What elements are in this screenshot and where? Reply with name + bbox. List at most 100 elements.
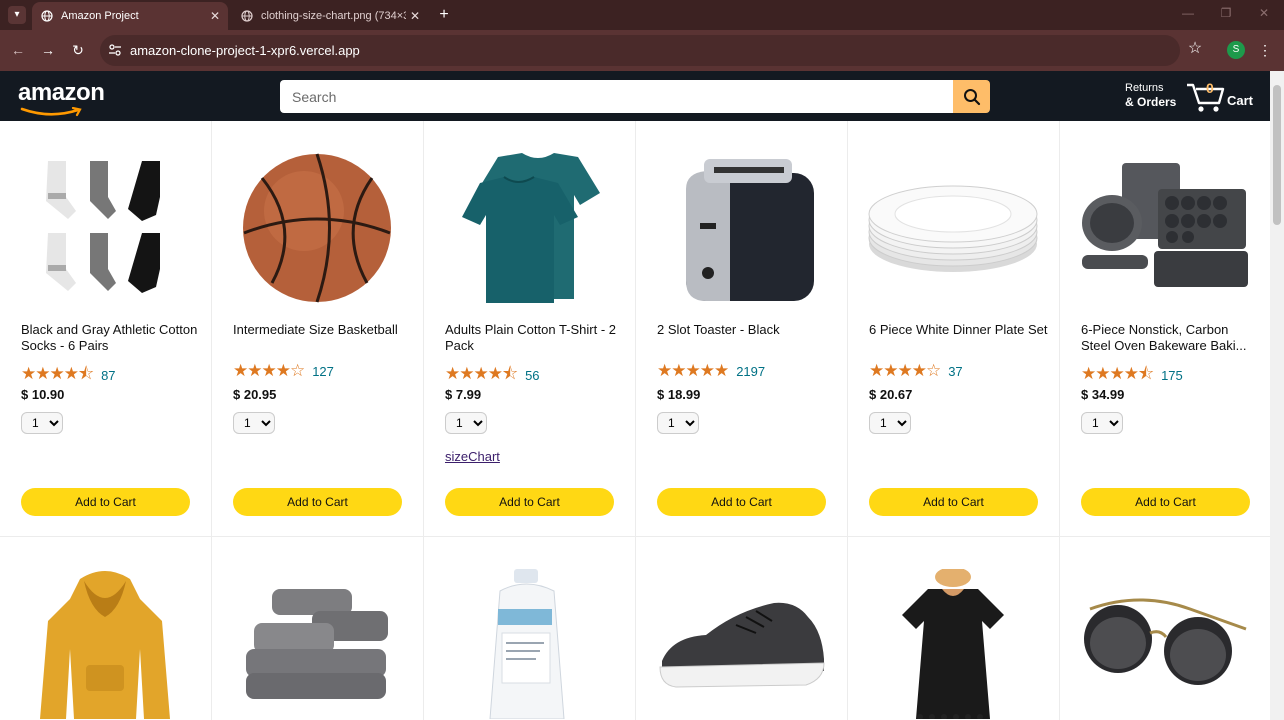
rating-count[interactable]: 37 — [948, 364, 962, 379]
product-price: $ 20.95 — [233, 387, 277, 402]
product-card — [0, 537, 212, 720]
window-close-icon[interactable]: ✕ — [1254, 6, 1274, 20]
amazon-logo[interactable]: amazon — [18, 79, 105, 117]
search-button[interactable] — [953, 80, 990, 113]
add-to-cart-button[interactable]: Add to Cart — [657, 488, 826, 516]
close-icon[interactable]: ✕ — [206, 9, 224, 23]
restore-icon[interactable]: ❐ — [1216, 6, 1236, 20]
rating-stars: ★★★★⯪ — [21, 364, 94, 383]
size-chart-link[interactable]: sizeChart — [445, 449, 500, 464]
product-card: Adults Plain Cotton T-Shirt - 2 Pack ★★★… — [424, 121, 636, 537]
rating-count[interactable]: 2197 — [736, 364, 765, 379]
product-card — [424, 537, 636, 720]
product-name[interactable]: 6 Piece White Dinner Plate Set — [869, 322, 1049, 354]
quantity-select[interactable]: 1 — [1081, 412, 1123, 434]
tab-amazon-project[interactable]: Amazon Project ✕ — [32, 2, 228, 30]
product-rating[interactable]: ★★★★⯪ 87 — [21, 361, 116, 390]
product-price: $ 34.99 — [1081, 387, 1125, 402]
product-image-detergent — [444, 569, 614, 720]
product-rating[interactable]: ★★★★⯪ 56 — [445, 361, 540, 390]
logo-text: amazon — [18, 79, 105, 106]
tab-title: clothing-size-chart.png (734×3 — [261, 10, 406, 22]
address-bar[interactable]: amazon-clone-project-1-xpr6.vercel.app — [100, 35, 1180, 66]
product-price: $ 7.99 — [445, 387, 482, 402]
product-image-socks — [20, 143, 190, 313]
browser-toolbar: ← → ↻ amazon-clone-project-1-xpr6.vercel… — [0, 30, 1284, 71]
product-rating[interactable]: ★★★★★ 2197 — [657, 361, 765, 381]
rating-stars: ★★★★★ — [657, 361, 729, 380]
product-card — [636, 537, 848, 720]
product-name[interactable]: 6-Piece Nonstick, Carbon Steel Oven Bake… — [1081, 322, 1261, 354]
rating-stars: ★★★★⯪ — [445, 364, 518, 383]
product-rating[interactable]: ★★★★☆ 127 — [233, 361, 334, 381]
product-image-sunglasses — [1080, 589, 1250, 720]
rating-count[interactable]: 127 — [312, 364, 334, 379]
product-card: 6-Piece Nonstick, Carbon Steel Oven Bake… — [1060, 121, 1270, 537]
product-card: Black and Gray Athletic Cotton Socks - 6… — [0, 121, 212, 537]
quantity-select[interactable]: 1 — [233, 412, 275, 434]
search-icon — [963, 88, 980, 105]
add-to-cart-button[interactable]: Add to Cart — [21, 488, 190, 516]
globe-icon — [241, 10, 253, 22]
close-icon[interactable]: ✕ — [406, 9, 424, 23]
menu-icon[interactable]: ⋮ — [1258, 40, 1272, 60]
product-name[interactable]: Black and Gray Athletic Cotton Socks - 6… — [21, 322, 201, 354]
product-card — [848, 537, 1060, 720]
product-price: $ 20.67 — [869, 387, 913, 402]
product-card — [1060, 537, 1270, 720]
add-to-cart-button[interactable]: Add to Cart — [445, 488, 614, 516]
product-image-basketball — [232, 143, 402, 313]
returns-orders-link[interactable]: Returns & Orders — [1125, 81, 1176, 109]
quantity-select[interactable]: 1 — [21, 412, 63, 434]
rating-count[interactable]: 56 — [525, 368, 539, 383]
add-to-cart-button[interactable]: Add to Cart — [233, 488, 402, 516]
reload-icon[interactable]: ↻ — [68, 40, 88, 60]
add-to-cart-button[interactable]: Add to Cart — [1081, 488, 1250, 516]
tab-size-chart[interactable]: clothing-size-chart.png (734×3 ✕ — [232, 2, 428, 30]
profile-avatar[interactable]: S — [1227, 41, 1245, 59]
quantity-select[interactable]: 1 — [869, 412, 911, 434]
page-scrollbar[interactable] — [1270, 71, 1284, 720]
browser-tab-strip: ▾ Amazon Project ✕ clothing-size-chart.p… — [0, 0, 1284, 30]
orders-label: & Orders — [1125, 95, 1177, 109]
product-name[interactable]: Intermediate Size Basketball — [233, 322, 413, 354]
new-tab-button[interactable]: + — [434, 5, 454, 25]
product-image-dress — [868, 569, 1038, 720]
site-header: amazon Returns & Orders 0 Cart — [0, 71, 1270, 121]
rating-count[interactable]: 175 — [1161, 368, 1183, 383]
minimize-icon[interactable]: — — [1178, 6, 1198, 20]
cart-link[interactable]: 0 Cart — [1185, 77, 1257, 115]
quantity-select[interactable]: 1 — [657, 412, 699, 434]
product-grid: Black and Gray Athletic Cotton Socks - 6… — [0, 121, 1270, 720]
site-settings-icon[interactable] — [108, 43, 122, 57]
forward-icon[interactable]: → — [38, 40, 58, 60]
url-text: amazon-clone-project-1-xpr6.vercel.app — [130, 43, 360, 58]
rating-count[interactable]: 87 — [101, 368, 115, 383]
quantity-select[interactable]: 1 — [445, 412, 487, 434]
returns-label: Returns — [1125, 82, 1164, 94]
product-card: 6 Piece White Dinner Plate Set ★★★★☆ 37 $… — [848, 121, 1060, 537]
product-image-hoodie — [20, 569, 190, 720]
product-image-bakeware — [1080, 143, 1250, 313]
product-name[interactable]: 2 Slot Toaster - Black — [657, 322, 837, 354]
cart-icon — [1187, 83, 1225, 112]
product-image-tshirt — [444, 143, 614, 313]
product-rating[interactable]: ★★★★⯪ 175 — [1081, 361, 1183, 390]
scroll-thumb[interactable] — [1273, 85, 1281, 225]
product-image-toaster — [656, 143, 826, 313]
rating-stars: ★★★★☆ — [233, 361, 305, 380]
product-name[interactable]: Adults Plain Cotton T-Shirt - 2 Pack — [445, 322, 625, 354]
rating-stars: ★★★★⯪ — [1081, 364, 1154, 383]
tab-search-button[interactable]: ▾ — [8, 6, 26, 24]
product-card — [212, 537, 424, 720]
bookmark-star-icon[interactable]: ☆ — [1185, 39, 1205, 59]
product-card: 2 Slot Toaster - Black ★★★★★ 2197 $ 18.99… — [636, 121, 848, 537]
back-icon[interactable]: ← — [8, 40, 28, 60]
rating-stars: ★★★★☆ — [869, 361, 941, 380]
logo-smile-icon — [20, 107, 82, 117]
product-price: $ 10.90 — [21, 387, 65, 402]
search-input[interactable] — [280, 80, 954, 113]
product-card: Intermediate Size Basketball ★★★★☆ 127 $ … — [212, 121, 424, 537]
add-to-cart-button[interactable]: Add to Cart — [869, 488, 1038, 516]
product-rating[interactable]: ★★★★☆ 37 — [869, 361, 963, 381]
